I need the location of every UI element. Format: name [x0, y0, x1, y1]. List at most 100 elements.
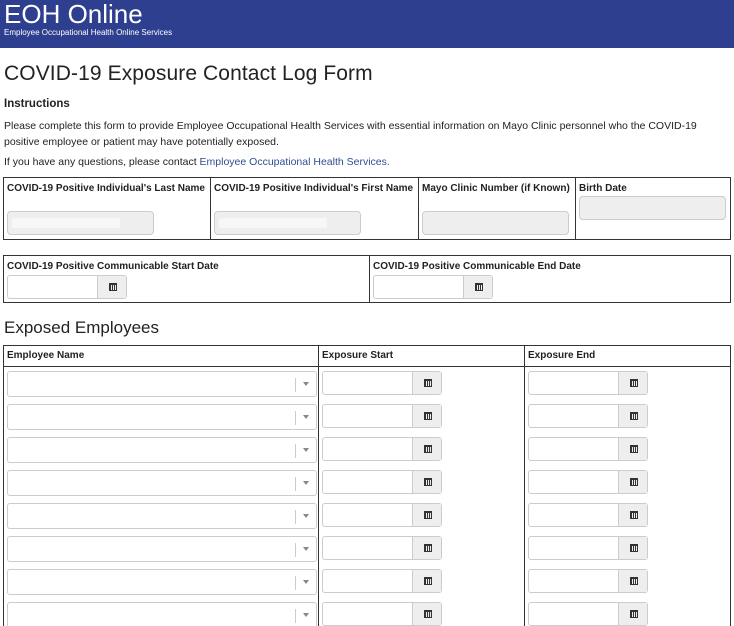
birth-date-input[interactable] — [579, 196, 726, 220]
clinic-number-label: Mayo Clinic Number (if Known) — [422, 183, 570, 194]
exposure-start-input[interactable] — [322, 404, 442, 428]
employee-name-select[interactable] — [7, 569, 317, 595]
chevron-down-icon[interactable] — [303, 448, 309, 452]
communicable-start-calendar-button[interactable] — [97, 276, 126, 298]
exposed-employees-table: Employee Name Exposure Start Exposure En… — [3, 345, 731, 626]
contact-link[interactable]: Employee Occupational Health Services. — [200, 156, 390, 168]
exposure-end-calendar-button[interactable] — [618, 438, 647, 460]
employee-name-select[interactable] — [7, 602, 317, 626]
table-row — [4, 466, 730, 499]
communicable-end-calendar-button[interactable] — [463, 276, 492, 298]
calendar-icon — [630, 478, 638, 486]
exposure-end-calendar-button[interactable] — [618, 372, 647, 394]
calendar-icon — [109, 283, 117, 291]
exposure-start-calendar-button[interactable] — [412, 405, 441, 427]
communicable-end-cell: COVID-19 Positive Communicable End Date — [370, 256, 730, 302]
chevron-down-icon[interactable] — [303, 415, 309, 419]
exposure-end-input[interactable] — [528, 569, 648, 593]
instructions-heading: Instructions — [4, 98, 70, 110]
chevron-down-icon[interactable] — [303, 613, 309, 617]
communicable-start-input[interactable] — [7, 275, 127, 299]
table-row — [4, 433, 730, 466]
exposure-start-input[interactable] — [322, 503, 442, 527]
exposure-end-calendar-button[interactable] — [618, 537, 647, 559]
calendar-icon — [475, 283, 483, 291]
calendar-icon — [424, 544, 432, 552]
communicable-start-cell: COVID-19 Positive Communicable Start Dat… — [4, 256, 370, 302]
exposure-start-calendar-button[interactable] — [412, 603, 441, 625]
chevron-down-icon[interactable] — [303, 580, 309, 584]
employee-name-select[interactable] — [7, 536, 317, 562]
exposure-start-input[interactable] — [322, 569, 442, 593]
exposure-end-input[interactable] — [528, 404, 648, 428]
communicable-end-input[interactable] — [373, 275, 493, 299]
exposure-start-calendar-button[interactable] — [412, 471, 441, 493]
employee-name-select[interactable] — [7, 371, 317, 397]
chevron-down-icon[interactable] — [303, 547, 309, 551]
exposure-start-calendar-button[interactable] — [412, 537, 441, 559]
exposure-start-input[interactable] — [322, 437, 442, 461]
clinic-number-input[interactable] — [422, 211, 569, 235]
exposure-end-input[interactable] — [528, 371, 648, 395]
calendar-icon — [424, 445, 432, 453]
exposure-end-input[interactable] — [528, 470, 648, 494]
first-name-cell: COVID-19 Positive Individual's First Nam… — [211, 178, 419, 239]
exposure-end-calendar-button[interactable] — [618, 603, 647, 625]
employee-name-select[interactable] — [7, 503, 317, 529]
calendar-icon — [424, 610, 432, 618]
app-banner: EOH Online Employee Occupational Health … — [0, 0, 734, 48]
first-name-label: COVID-19 Positive Individual's First Nam… — [214, 183, 414, 194]
calendar-icon — [424, 577, 432, 585]
exposure-start-input[interactable] — [322, 470, 442, 494]
exposure-start-calendar-button[interactable] — [412, 372, 441, 394]
clinic-number-cell: Mayo Clinic Number (if Known) — [419, 178, 576, 239]
calendar-icon — [630, 379, 638, 387]
exposure-end-input[interactable] — [528, 503, 648, 527]
exposure-end-calendar-button[interactable] — [618, 504, 647, 526]
exposure-end-input[interactable] — [528, 437, 648, 461]
last-name-input[interactable] — [7, 211, 154, 235]
exposure-start-calendar-button[interactable] — [412, 504, 441, 526]
birth-date-cell: Birth Date — [576, 178, 730, 239]
calendar-icon — [630, 544, 638, 552]
select-divider — [295, 609, 296, 623]
exposure-start-input[interactable] — [322, 536, 442, 560]
calendar-icon — [424, 412, 432, 420]
table-row — [4, 532, 730, 565]
employee-name-select[interactable] — [7, 437, 317, 463]
table-body — [4, 367, 730, 626]
exposure-end-calendar-button[interactable] — [618, 471, 647, 493]
first-name-input[interactable] — [214, 211, 361, 235]
app-subtitle: Employee Occupational Health Online Serv… — [4, 28, 173, 37]
col-exposure-start: Exposure Start — [322, 350, 394, 361]
exposure-end-input[interactable] — [528, 602, 648, 626]
employee-name-select[interactable] — [7, 404, 317, 430]
employee-name-select[interactable] — [7, 470, 317, 496]
select-divider — [295, 444, 296, 458]
contact-prefix: If you have any questions, please contac… — [4, 156, 200, 168]
select-divider — [295, 411, 296, 425]
chevron-down-icon[interactable] — [303, 514, 309, 518]
positive-individual-box: COVID-19 Positive Individual's Last Name… — [3, 177, 731, 240]
table-header: Employee Name Exposure Start Exposure En… — [4, 346, 730, 367]
exposure-start-input[interactable] — [322, 602, 442, 626]
chevron-down-icon[interactable] — [303, 481, 309, 485]
calendar-icon — [630, 412, 638, 420]
exposure-start-input[interactable] — [322, 371, 442, 395]
contact-line: If you have any questions, please contac… — [4, 156, 390, 168]
last-name-label: COVID-19 Positive Individual's Last Name — [7, 183, 205, 194]
calendar-icon — [630, 610, 638, 618]
calendar-icon — [424, 379, 432, 387]
table-row — [4, 565, 730, 598]
exposure-end-input[interactable] — [528, 536, 648, 560]
select-divider — [295, 378, 296, 392]
calendar-icon — [630, 445, 638, 453]
exposure-end-calendar-button[interactable] — [618, 405, 647, 427]
calendar-icon — [424, 478, 432, 486]
exposure-start-calendar-button[interactable] — [412, 570, 441, 592]
table-row — [4, 367, 730, 400]
exposure-end-calendar-button[interactable] — [618, 570, 647, 592]
exposure-start-calendar-button[interactable] — [412, 438, 441, 460]
chevron-down-icon[interactable] — [303, 382, 309, 386]
communicable-start-label: COVID-19 Positive Communicable Start Dat… — [7, 261, 219, 272]
